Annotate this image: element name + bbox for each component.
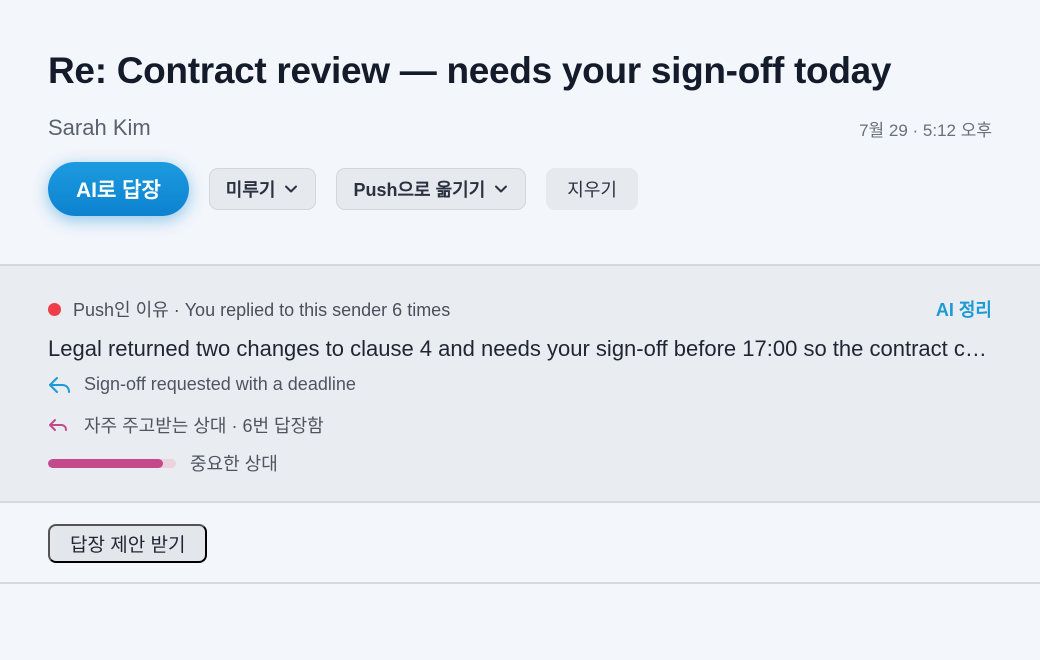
push-reason: Push인 이유 · You replied to this sender 6 … (48, 296, 450, 322)
delete-button[interactable]: 지우기 (546, 168, 638, 210)
move-to-push-button[interactable]: Push으로 옮기기 (336, 168, 527, 210)
snooze-button[interactable]: 미루기 (208, 168, 317, 210)
summary-text: Legal returned two changes to clause 4 a… (48, 336, 992, 361)
divider (0, 582, 1040, 584)
importance-meter-fill (48, 458, 164, 468)
importance-meter (48, 458, 176, 468)
ai-reply-button[interactable]: AI로 답장 (48, 162, 189, 216)
email-header: Re: Contract review — needs your sign-of… (0, 0, 1040, 264)
snooze-label: 미루기 (225, 180, 276, 200)
insight-panel: Push인 이유 · You replied to this sender 6 … (0, 266, 1040, 501)
signal-row: Sign-off requested with a deadline (48, 374, 356, 395)
signal-text: Sign-off requested with a deadline (84, 374, 356, 394)
divider (0, 501, 1040, 503)
reply-arrow-icon (49, 419, 67, 431)
action-bar: AI로 답장 미루기 Push으로 옮기기 지우기 (48, 162, 638, 216)
signal-text: 자주 주고받는 상대 · 6번 답장함 (84, 416, 324, 436)
suggest-reply-button[interactable]: 답장 제안 받기 (48, 524, 208, 563)
reply-icon (49, 376, 70, 393)
importance-meter-row: 중요한 상대 (48, 450, 278, 476)
sender-name[interactable]: Sarah Kim (48, 115, 151, 141)
email-subject: Re: Contract review — needs your sign-of… (48, 50, 892, 91)
push-reason-text: Push인 이유 · You replied to this sender 6 … (73, 300, 451, 320)
chevron-down-icon (495, 185, 508, 193)
move-to-push-label: Push으로 옮기기 (353, 180, 486, 200)
chevron-down-icon (285, 185, 298, 193)
importance-label: 중요한 상대 (190, 454, 278, 474)
email-date: 7월 29 · 5:12 오후 (859, 121, 992, 140)
signal-row: 자주 주고받는 상대 · 6번 답장함 (48, 412, 324, 438)
ai-summary-link[interactable]: AI 정리 (936, 296, 992, 322)
status-dot-icon (48, 302, 61, 316)
